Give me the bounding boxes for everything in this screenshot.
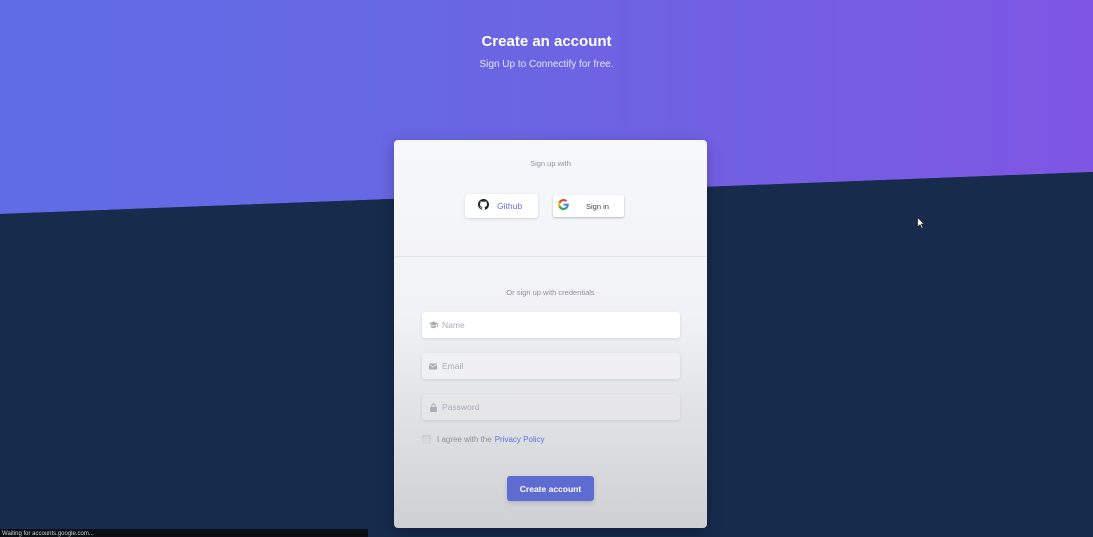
- google-signin-button[interactable]: Sign in: [553, 195, 624, 217]
- github-button-label: Github: [497, 201, 523, 211]
- credentials-heading: Or sign up with credentials: [506, 288, 595, 297]
- page-title: Create an account: [481, 33, 612, 50]
- create-account-button[interactable]: Create account: [507, 476, 594, 501]
- github-button[interactable]: Github: [465, 194, 538, 218]
- lock-icon: [428, 402, 438, 412]
- privacy-policy-link[interactable]: Privacy Policy: [495, 435, 545, 444]
- header: Create an account Sign Up to Connectify …: [0, 33, 1093, 70]
- email-field[interactable]: [422, 353, 680, 379]
- password-field[interactable]: [422, 394, 680, 420]
- page-subtitle: Sign Up to Connectify for free.: [479, 59, 614, 70]
- graduation-cap-icon: [428, 320, 438, 330]
- email-input[interactable]: [442, 361, 672, 371]
- name-field[interactable]: [422, 312, 680, 338]
- name-input[interactable]: [442, 320, 672, 330]
- mouse-cursor-icon: [917, 216, 926, 230]
- social-signup-heading: Sign up with: [530, 159, 571, 168]
- social-signup-section: Sign up with Github Sign in: [394, 140, 707, 257]
- signup-card: Sign up with Github Sign in Or sign up w…: [394, 140, 707, 528]
- google-signin-label: Sign in: [586, 201, 609, 211]
- password-input[interactable]: [442, 402, 672, 412]
- browser-status-bar: Waiting for accounts.google.com...: [0, 529, 368, 537]
- privacy-checkbox[interactable]: [422, 435, 431, 444]
- envelope-icon: [428, 361, 438, 371]
- github-icon: [478, 197, 489, 215]
- agree-text: I agree with the: [437, 435, 492, 444]
- google-icon: [558, 197, 569, 215]
- privacy-agreement: I agree with the Privacy Policy: [422, 435, 545, 444]
